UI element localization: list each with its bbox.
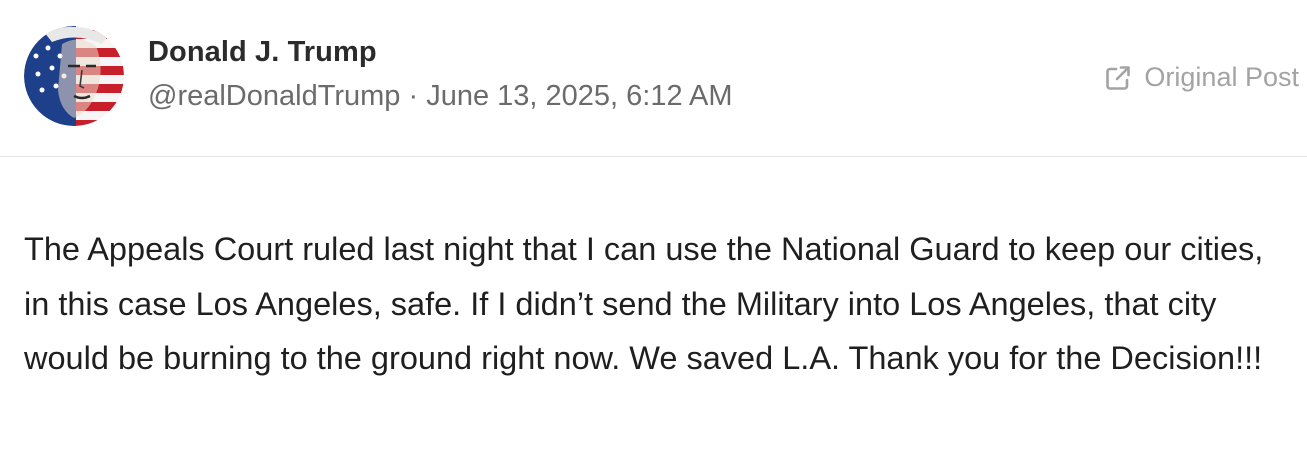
post-header: Donald J. Trump @realDonaldTrump · June …: [0, 0, 1307, 157]
original-post-label: Original Post: [1144, 62, 1299, 92]
author-display-name[interactable]: Donald J. Trump: [148, 36, 377, 69]
post-timestamp[interactable]: June 13, 2025, 6:12 AM: [426, 80, 732, 112]
original-post-link[interactable]: Original Post: [1104, 62, 1299, 93]
external-link-icon: [1106, 65, 1131, 90]
meta-separator: ·: [408, 80, 419, 112]
avatar-image: [24, 26, 124, 126]
post-meta: @realDonaldTrump · June 13, 2025, 6:12 A…: [148, 80, 733, 113]
post-body-text: The Appeals Court ruled last night that …: [24, 231, 1264, 376]
avatar[interactable]: [24, 26, 124, 126]
author-handle[interactable]: @realDonaldTrump: [148, 80, 400, 112]
